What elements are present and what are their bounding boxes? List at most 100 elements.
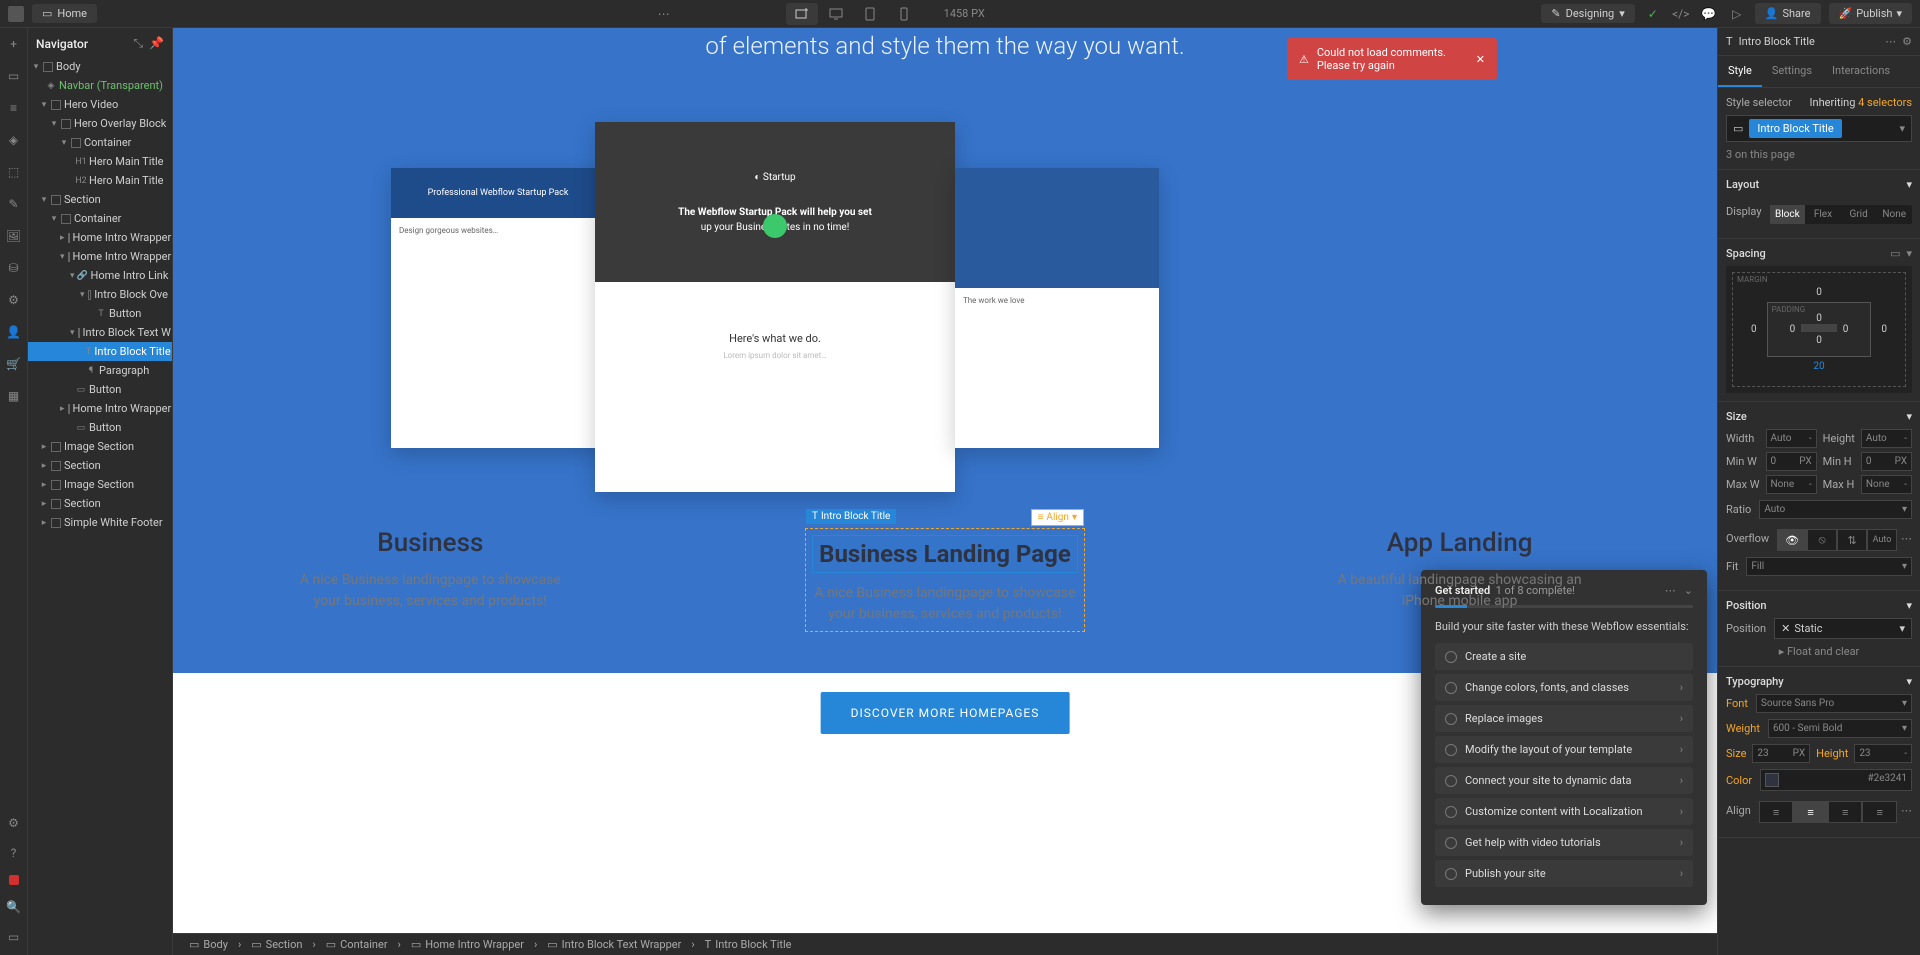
gs-item[interactable]: Connect your site to dynamic data›	[1435, 767, 1693, 794]
inheriting-info[interactable]: Inheriting 4 selectors	[1810, 96, 1912, 109]
display-none[interactable]: None	[1876, 205, 1912, 224]
pin-icon[interactable]: 📌	[149, 36, 164, 51]
page-menu[interactable]: ▭ Home	[32, 4, 97, 23]
more-icon[interactable]: ⋯	[1901, 532, 1912, 545]
template-preview-left[interactable]: Professional Webflow Startup Pack Design…	[391, 168, 605, 448]
tree-footer[interactable]: ▸Simple White Footer	[28, 513, 172, 532]
logic-icon[interactable]: ⚙	[6, 292, 22, 308]
position-select[interactable]: ✕Static▾	[1774, 618, 1912, 639]
webflow-logo[interactable]	[8, 6, 24, 22]
ratio-input[interactable]: Auto▾	[1759, 500, 1912, 519]
mode-toggle[interactable]: ✎ Designing ▾	[1541, 4, 1634, 23]
code-icon[interactable]: </>	[1671, 4, 1691, 24]
tree-body[interactable]: ▾Body	[28, 57, 172, 76]
more-icon[interactable]: ⋯	[654, 4, 674, 24]
collapse-icon[interactable]: ⤡	[133, 36, 143, 51]
tree-hero-video[interactable]: ▾Hero Video	[28, 95, 172, 114]
section-position[interactable]: Position▾	[1726, 599, 1912, 612]
preview-icon[interactable]: ▷	[1727, 4, 1747, 24]
tab-settings[interactable]: Settings	[1762, 56, 1822, 87]
apps-icon[interactable]: ▦	[6, 388, 22, 404]
crumb[interactable]: ▭Section	[245, 938, 308, 951]
comment-icon[interactable]: 💬	[1699, 4, 1719, 24]
tree-button[interactable]: TButton	[28, 304, 172, 323]
help-icon[interactable]: ?	[6, 845, 22, 861]
selector-pill[interactable]: Intro Block Title	[1749, 119, 1841, 138]
gs-item[interactable]: Publish your site›	[1435, 860, 1693, 887]
canvas[interactable]: of elements and style them the way you w…	[173, 28, 1717, 955]
spacing-editor[interactable]: MARGIN 0 0 PADDING 0 00 0 0	[1726, 266, 1912, 393]
breakpoint-desktop-icon[interactable]	[820, 3, 852, 25]
tree-h2[interactable]: H2Hero Main Title	[28, 171, 172, 190]
maxw-input[interactable]: None-	[1766, 475, 1817, 494]
settings-icon[interactable]: ⚙	[6, 815, 22, 831]
gs-item[interactable]: Create a site	[1435, 643, 1693, 670]
tree-navbar[interactable]: ◈Navbar (Transparent)	[28, 76, 172, 95]
navigator-icon[interactable]: ≡	[6, 100, 22, 116]
status-check-icon[interactable]: ✓	[1643, 4, 1663, 24]
align-left-icon[interactable]: ≡	[1759, 801, 1794, 823]
float-clear-toggle[interactable]: ▸ Float and clear	[1726, 645, 1912, 658]
gs-item[interactable]: Customize content with Localization›	[1435, 798, 1693, 825]
color-input[interactable]: #2e3241	[1760, 769, 1912, 791]
align-justify-icon[interactable]: ≡	[1862, 801, 1897, 823]
settings-icon[interactable]: ⚙	[1902, 35, 1912, 48]
tree-ove[interactable]: ▾Intro Block Ove	[28, 285, 172, 304]
overflow-auto[interactable]: Auto	[1867, 529, 1897, 551]
styles-icon[interactable]: ✎	[6, 196, 22, 212]
selector-input[interactable]: ▭ Intro Block Title ▾	[1726, 115, 1912, 142]
fit-input[interactable]: Fill▾	[1746, 557, 1912, 576]
tree-hero-overlay[interactable]: ▾Hero Overlay Block	[28, 114, 172, 133]
tree-section[interactable]: ▾Section	[28, 190, 172, 209]
tab-style[interactable]: Style	[1718, 56, 1762, 87]
tree-section[interactable]: ▸Section	[28, 456, 172, 475]
align-right-icon[interactable]: ≡	[1828, 801, 1863, 823]
tree-container[interactable]: ▾Container	[28, 209, 172, 228]
more-icon[interactable]: ⋯	[1885, 35, 1896, 48]
spacing-mode-icon[interactable]: ▭	[1890, 247, 1900, 260]
tree-section[interactable]: ▸Section	[28, 494, 172, 513]
close-icon[interactable]: ✕	[1781, 622, 1790, 635]
canvas-width[interactable]: 1458 PX	[944, 7, 985, 20]
section-spacing[interactable]: Spacing▭▾	[1726, 247, 1912, 260]
ecommerce-icon[interactable]: 🛒	[6, 356, 22, 372]
minh-input[interactable]: 0PX	[1861, 452, 1912, 471]
tree-wrapper[interactable]: ▸Home Intro Wrapper	[28, 399, 172, 418]
crumb[interactable]: ▭Body	[183, 938, 234, 951]
breakpoint-tablet-icon[interactable]	[854, 3, 886, 25]
tree-paragraph[interactable]: ¶Paragraph	[28, 361, 172, 380]
weight-select[interactable]: 600 - Semi Bold▾	[1768, 719, 1912, 738]
add-icon[interactable]: +	[6, 36, 22, 52]
chevron-down-icon[interactable]: ▾	[1899, 122, 1905, 135]
template-preview-right[interactable]: The work we love	[955, 168, 1159, 448]
overflow-scroll-icon[interactable]: ⇅	[1837, 529, 1867, 551]
height-input[interactable]: Auto-	[1861, 429, 1912, 448]
share-button[interactable]: 👤 Share	[1755, 3, 1821, 24]
overflow-visible-icon[interactable]: 👁	[1777, 529, 1807, 551]
instances-count[interactable]: 3 on this page	[1726, 148, 1912, 161]
gs-item[interactable]: Modify the layout of your template›	[1435, 736, 1693, 763]
section-size[interactable]: Size▾	[1726, 410, 1912, 423]
tree-intro-title[interactable]: TIntro Block Title	[28, 342, 172, 361]
pages-icon[interactable]: ▭	[6, 68, 22, 84]
font-select[interactable]: Source Sans Pro▾	[1756, 694, 1912, 713]
font-size-input[interactable]: 23PX	[1752, 744, 1810, 763]
template-preview-center[interactable]: ◐ Startup The Webflow Startup Pack will …	[595, 122, 955, 492]
video-icon[interactable]: ▭	[6, 929, 22, 945]
align-menu[interactable]: ≡Align▾	[1031, 509, 1084, 526]
audit-icon[interactable]	[9, 875, 19, 885]
section-layout[interactable]: Layout▾	[1726, 178, 1912, 191]
selected-heading[interactable]: Business Landing Page	[812, 535, 1078, 573]
display-flex[interactable]: Flex	[1805, 205, 1841, 224]
crumb[interactable]: ▭Container	[320, 938, 394, 951]
section-typography[interactable]: Typography▾	[1726, 675, 1912, 688]
cms-icon[interactable]: ⛁	[6, 260, 22, 276]
crumb[interactable]: TIntro Block Title	[699, 938, 798, 951]
width-input[interactable]: Auto-	[1766, 429, 1817, 448]
tree-image-section[interactable]: ▸Image Section	[28, 475, 172, 494]
tree-image-section[interactable]: ▸Image Section	[28, 437, 172, 456]
maxh-input[interactable]: None-	[1861, 475, 1912, 494]
variables-icon[interactable]: ⬚	[6, 164, 22, 180]
more-icon[interactable]: ⋯	[1901, 804, 1912, 817]
display-block[interactable]: Block	[1770, 205, 1806, 224]
